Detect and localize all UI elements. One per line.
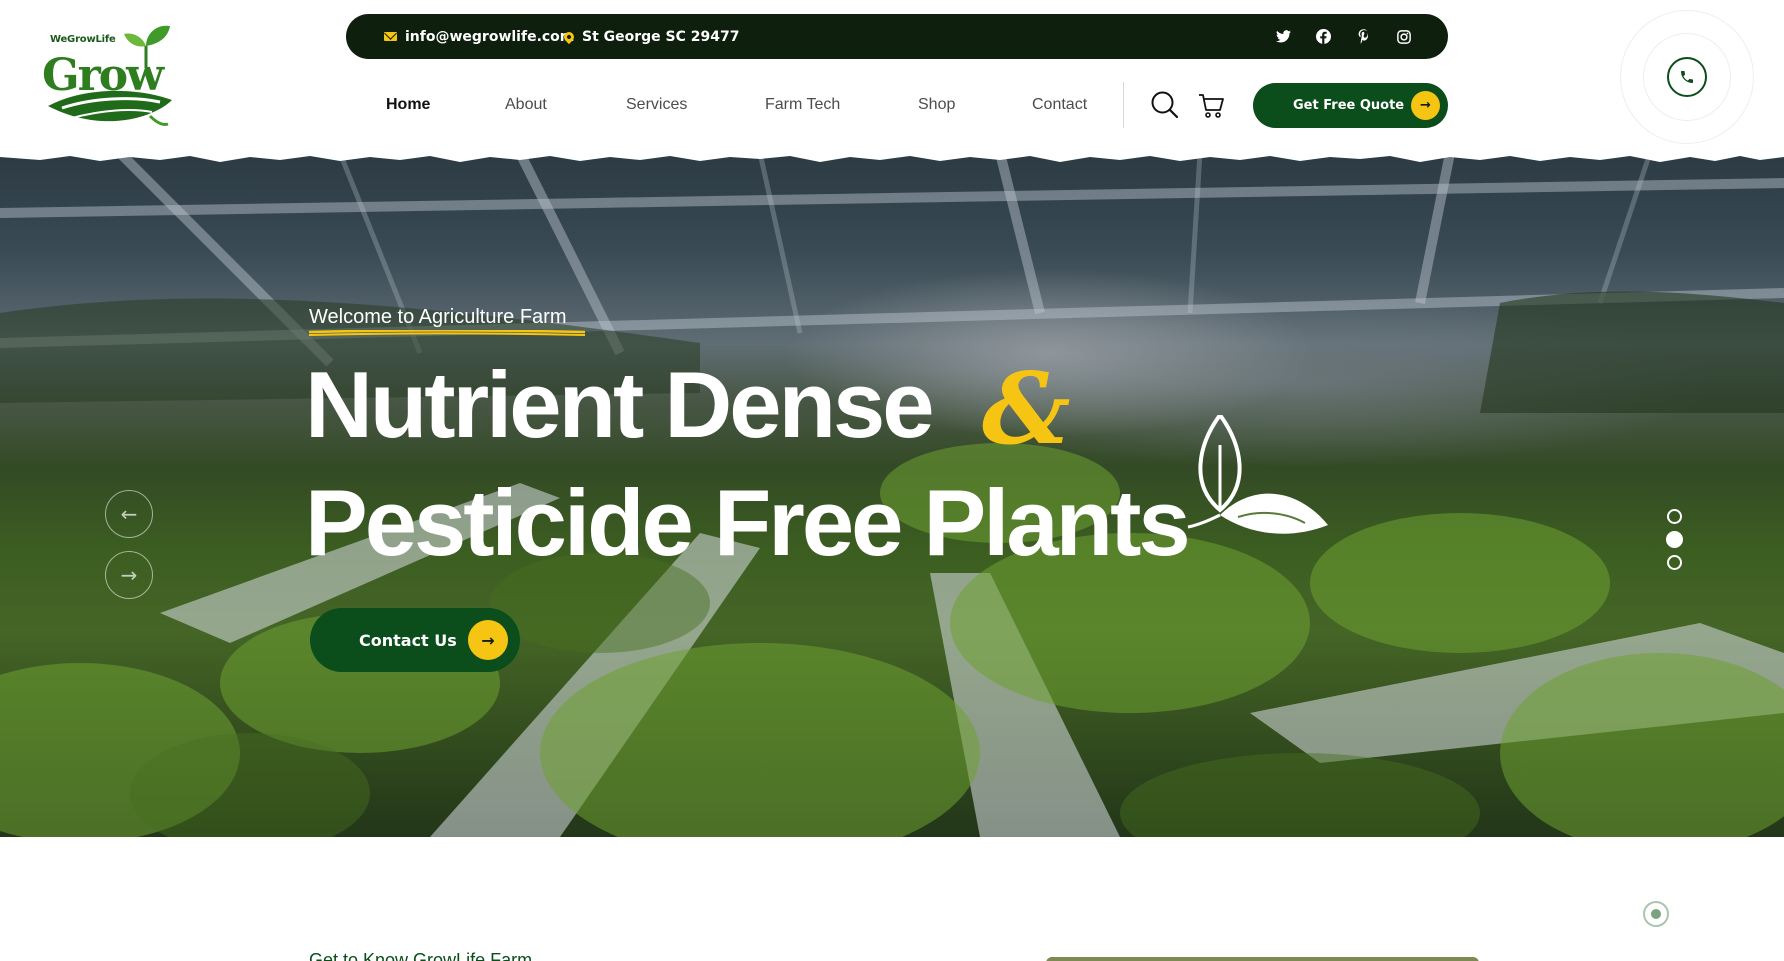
slider-pagination: [1666, 509, 1683, 577]
scroll-top-dot-icon: [1651, 909, 1661, 919]
facebook-icon[interactable]: [1315, 28, 1332, 45]
location-contact: St George SC 29477: [561, 14, 740, 59]
search-icon[interactable]: [1150, 90, 1180, 120]
nav-farm-tech[interactable]: Farm Tech: [765, 88, 840, 122]
logo-wordmark: Grow: [42, 50, 164, 101]
hero-headline-line1: Nutrient Dense: [305, 352, 935, 457]
torn-edge-divider: [0, 153, 1784, 162]
phone-icon: [1667, 57, 1707, 97]
hero-ampersand: &: [982, 352, 1071, 467]
leaf-sprout-icon: [1187, 415, 1328, 534]
top-info-bar: info@wegrowlife.com St George SC 29477: [346, 14, 1448, 59]
nav-shop[interactable]: Shop: [918, 88, 955, 122]
location-text: St George SC 29477: [582, 28, 740, 45]
slide-dot-1[interactable]: [1667, 509, 1682, 524]
slider-next-button[interactable]: →: [105, 551, 153, 599]
get-free-quote-button[interactable]: Get Free Quote →: [1253, 83, 1448, 128]
hero-headline-line2: Pesticide Free Plants: [305, 470, 1191, 575]
slider-prev-button[interactable]: ←: [105, 490, 153, 538]
nav-about[interactable]: About: [505, 88, 547, 122]
mail-icon: [384, 32, 397, 41]
arrow-right-icon: →: [1411, 91, 1440, 120]
social-links: [1275, 14, 1412, 59]
slide-dot-2[interactable]: [1666, 531, 1683, 548]
nav-contact[interactable]: Contact: [1032, 88, 1087, 122]
slide-dot-3[interactable]: [1667, 555, 1682, 570]
scroll-to-top-button[interactable]: [1643, 901, 1669, 927]
pinterest-icon[interactable]: [1355, 28, 1372, 45]
contact-us-button[interactable]: Contact Us →: [310, 608, 520, 672]
site-logo[interactable]: WeGrowLife Grow: [42, 22, 182, 134]
phone-call-widget[interactable]: [1620, 10, 1754, 144]
nav-services[interactable]: Services: [626, 88, 687, 122]
kicker-underline: [309, 330, 585, 336]
logo-small-text: WeGrowLife: [50, 34, 116, 45]
email-contact[interactable]: info@wegrowlife.com: [384, 14, 574, 59]
arrow-right-icon: →: [468, 620, 508, 660]
nav-divider: [1123, 82, 1124, 128]
hero-slider: Welcome to Agriculture Farm Nutrient Den…: [0, 153, 1784, 837]
about-section-kicker: Get to Know GrowLife Farm: [309, 950, 533, 961]
instagram-icon[interactable]: [1395, 28, 1412, 45]
nav-home[interactable]: Home: [386, 88, 430, 122]
arrow-right-icon: →: [120, 563, 138, 587]
about-section-image: [1046, 957, 1479, 961]
email-text[interactable]: info@wegrowlife.com: [405, 29, 574, 45]
map-pin-icon: [561, 29, 577, 44]
cart-icon[interactable]: [1196, 90, 1226, 120]
contact-button-label: Contact Us: [359, 630, 457, 650]
arrow-left-icon: ←: [120, 502, 138, 526]
hero-kicker: Welcome to Agriculture Farm: [309, 306, 567, 328]
twitter-icon[interactable]: [1275, 28, 1292, 45]
quote-button-label: Get Free Quote: [1293, 98, 1405, 113]
